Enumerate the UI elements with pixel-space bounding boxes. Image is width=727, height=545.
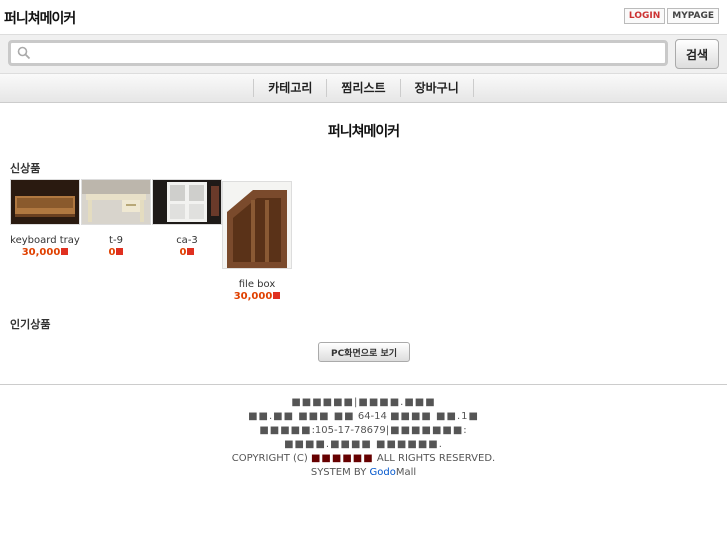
- product-price: 30,000: [222, 291, 292, 303]
- footer-line-contact: ■■■■.■■■■ ■■■■■■.: [0, 438, 727, 452]
- business-glyphs-2: |■■■■■■■:: [385, 425, 468, 436]
- nav-bar: 카테고리 찜리스트 장바구니: [0, 73, 727, 103]
- godo-link[interactable]: Godo: [370, 467, 396, 478]
- price-value: 0: [179, 247, 187, 258]
- nav-item-cart[interactable]: 장바구니: [399, 79, 474, 97]
- pc-view-button[interactable]: PC화면으로 보기: [318, 342, 410, 362]
- site-logo[interactable]: 퍼니쳐메이커: [4, 8, 76, 28]
- top-bar: 퍼니쳐메이커 LOGIN MYPAGE: [0, 0, 727, 34]
- search-button[interactable]: 검색: [675, 39, 719, 69]
- product-image[interactable]: [10, 179, 80, 225]
- copyright-suffix: ALL RIGHTS RESERVED.: [376, 453, 496, 464]
- address-glyphs-2: ■■■■ ■■.1■: [390, 411, 479, 422]
- product-name[interactable]: t-9: [81, 235, 151, 247]
- product-image[interactable]: [222, 181, 292, 269]
- product-item[interactable]: t-9 0: [81, 179, 151, 259]
- product-name[interactable]: file box: [222, 279, 292, 291]
- product-name[interactable]: keyboard tray: [10, 235, 80, 247]
- company-name-glyphs: ■■■■■■|■■■■.■■■: [291, 397, 436, 408]
- product-image[interactable]: [152, 179, 222, 225]
- contact-glyphs: ■■■■.■■■■ ■■■■■■.: [284, 439, 443, 450]
- footer-line-company: ■■■■■■|■■■■.■■■: [0, 396, 727, 410]
- price-value: 0: [108, 247, 116, 258]
- address-glyphs: ■■.■■ ■■■ ■■: [248, 411, 355, 422]
- business-number: :105-17-78679: [311, 425, 386, 436]
- nav-item-category[interactable]: 카테고리: [253, 79, 326, 97]
- product-name[interactable]: ca-3: [152, 235, 222, 247]
- footer-copyright: COPYRIGHT (C) ■■■■■■ ALL RIGHTS RESERVED…: [0, 452, 727, 466]
- product-item[interactable]: keyboard tray 30,000: [10, 179, 80, 259]
- mypage-button[interactable]: MYPAGE: [667, 8, 719, 24]
- new-products-title: 신상품: [10, 162, 41, 175]
- footer: ■■■■■■|■■■■.■■■ ■■.■■ ■■■ ■■ 64-14 ■■■■ …: [0, 396, 727, 480]
- address-number: 64-14: [357, 411, 387, 422]
- search-input[interactable]: [37, 45, 661, 63]
- product-item[interactable]: file box 30,000: [222, 181, 292, 303]
- system-by-label: SYSTEM BY: [310, 467, 367, 478]
- footer-divider: [0, 384, 727, 385]
- copyright-prefix: COPYRIGHT (C): [231, 453, 308, 464]
- top-buttons: LOGIN MYPAGE: [623, 8, 719, 24]
- footer-line-address: ■■.■■ ■■■ ■■ 64-14 ■■■■ ■■.1■: [0, 410, 727, 424]
- price-value: 30,000: [233, 291, 273, 302]
- price-flag-icon: [116, 248, 124, 255]
- price-flag-icon: [187, 248, 195, 255]
- product-image[interactable]: [81, 179, 151, 225]
- product-price: 0: [81, 247, 151, 259]
- price-flag-icon: [273, 292, 281, 299]
- search-icon: [17, 46, 31, 60]
- login-button[interactable]: LOGIN: [623, 8, 666, 24]
- copyright-owner-glyphs: ■■■■■■: [310, 453, 374, 464]
- price-flag-icon: [61, 248, 69, 255]
- search-box[interactable]: [8, 40, 668, 66]
- product-price: 30,000: [10, 247, 80, 259]
- footer-system: SYSTEM BY GodoMall: [0, 466, 727, 480]
- mall-label: Mall: [395, 467, 417, 478]
- page-title: 퍼니쳐메이커: [327, 124, 400, 140]
- search-bar: 검색: [0, 34, 727, 73]
- product-price: 0: [152, 247, 222, 259]
- business-label-glyphs: ■■■■■: [259, 425, 312, 436]
- price-value: 30,000: [21, 247, 61, 258]
- popular-products-title: 인기상품: [10, 318, 51, 331]
- footer-line-business: ■■■■■:105-17-78679|■■■■■■■:: [0, 424, 727, 438]
- nav-item-wishlist[interactable]: 찜리스트: [326, 79, 399, 97]
- product-item[interactable]: ca-3 0: [152, 179, 222, 259]
